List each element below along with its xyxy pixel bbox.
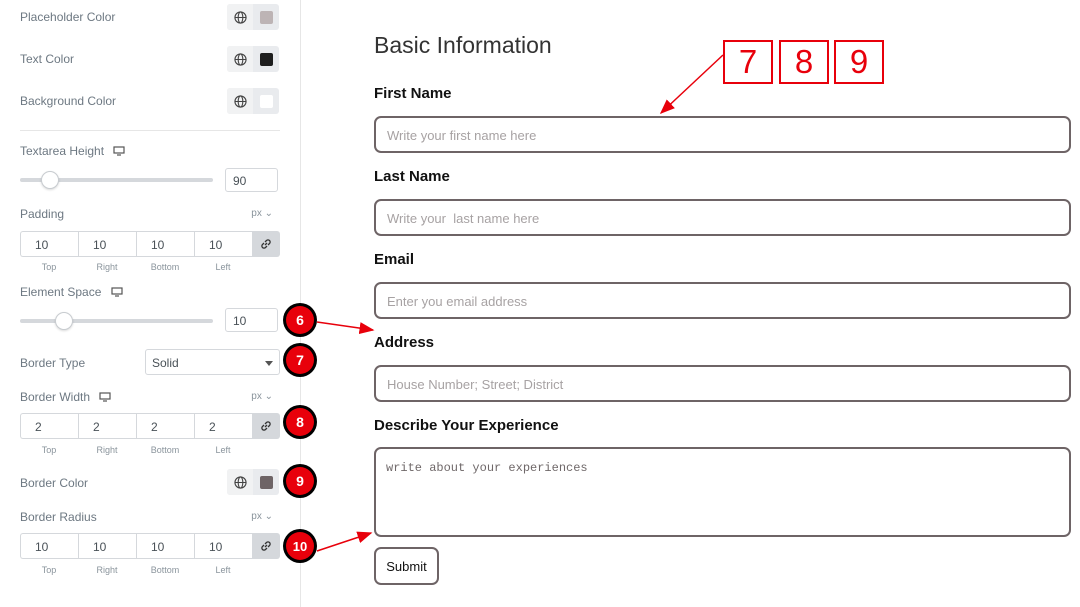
- arrow-7-to-first-name: [659, 54, 724, 115]
- arrow-10-to-textarea: [316, 531, 373, 552]
- annotation-arrows: [316, 54, 724, 552]
- arrow-6-to-address: [316, 321, 375, 335]
